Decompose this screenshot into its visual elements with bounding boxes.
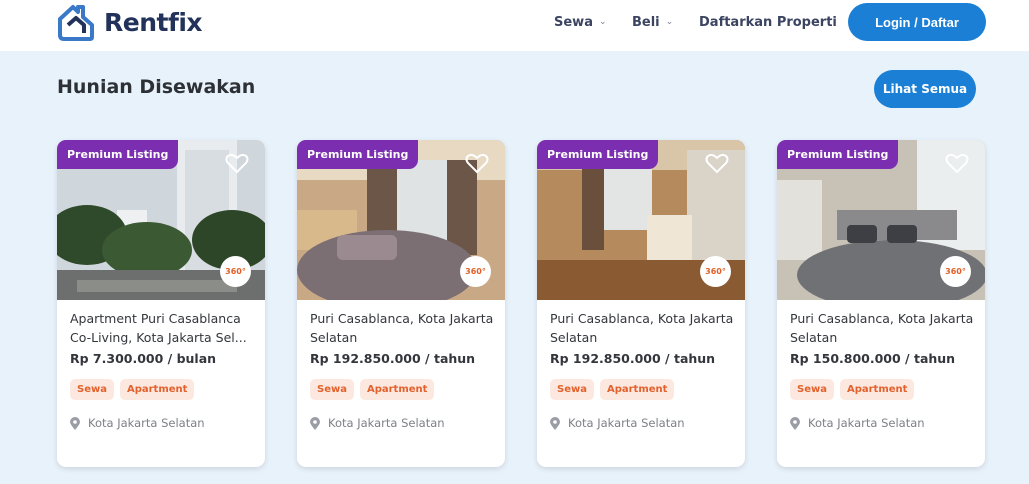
listing-card[interactable]: Premium Listing 360° Puri Casablanca, Ko… [537, 140, 745, 467]
listing-location: Kota Jakarta Selatan [790, 416, 925, 430]
listing-card[interactable]: Premium Listing 360° Puri Casablanca, Ko… [777, 140, 985, 467]
listing-tags: Sewa Apartment [550, 379, 675, 400]
heart-icon[interactable] [465, 152, 489, 174]
nav-sewa-label: Sewa [554, 14, 593, 30]
login-button[interactable]: Login / Daftar [848, 3, 986, 41]
premium-listing-badge: Premium Listing [57, 140, 179, 169]
listing-card[interactable]: Premium Listing 360° Apartment Puri Casa… [57, 140, 265, 467]
tag-sewa: Sewa [790, 379, 834, 400]
tag-sewa: Sewa [550, 379, 594, 400]
listing-tags: Sewa Apartment [70, 379, 195, 400]
logo-house-icon [58, 5, 94, 41]
360-view-icon[interactable]: 360° [940, 256, 971, 287]
listing-tags: Sewa Apartment [790, 379, 915, 400]
nav-daftarkan-properti[interactable]: Daftarkan Properti [699, 0, 837, 44]
listing-location: Kota Jakarta Selatan [550, 416, 685, 430]
see-all-button[interactable]: Lihat Semua [874, 70, 976, 108]
listing-title[interactable]: Puri Casablanca, Kota Jakarta Selatan [550, 309, 735, 347]
premium-listing-badge: Premium Listing [537, 140, 659, 169]
premium-listing-badge: Premium Listing [777, 140, 899, 169]
location-label: Kota Jakarta Selatan [328, 416, 445, 430]
nav-beli-dropdown[interactable]: Beli ⌄ [632, 0, 673, 44]
listing-price: Rp 192.850.000 / tahun [310, 351, 476, 366]
heart-icon[interactable] [705, 152, 729, 174]
listing-price: Rp 150.800.000 / tahun [790, 351, 956, 366]
listing-tags: Sewa Apartment [310, 379, 435, 400]
listing-title[interactable]: Puri Casablanca, Kota Jakarta Selatan [790, 309, 975, 347]
location-pin-icon [70, 416, 80, 430]
360-view-icon[interactable]: 360° [460, 256, 491, 287]
tag-apartment: Apartment [359, 379, 435, 400]
location-label: Kota Jakarta Selatan [568, 416, 685, 430]
listing-title[interactable]: Puri Casablanca, Kota Jakarta Selatan [310, 309, 495, 347]
heart-icon[interactable] [945, 152, 969, 174]
360-view-icon[interactable]: 360° [700, 256, 731, 287]
nav-sewa-dropdown[interactable]: Sewa ⌄ [554, 0, 607, 44]
location-label: Kota Jakarta Selatan [88, 416, 205, 430]
listing-price: Rp 7.300.000 / bulan [70, 351, 217, 366]
listing-price: Rp 192.850.000 / tahun [550, 351, 716, 366]
tag-sewa: Sewa [70, 379, 114, 400]
chevron-down-icon: ⌄ [598, 17, 607, 27]
nav-beli-label: Beli [632, 14, 660, 30]
location-pin-icon [310, 416, 320, 430]
tag-sewa: Sewa [310, 379, 354, 400]
top-navbar: Rentfix Sewa ⌄ Beli ⌄ Daftarkan Properti… [0, 0, 1029, 51]
360-view-icon[interactable]: 360° [220, 256, 251, 287]
tag-apartment: Apartment [119, 379, 195, 400]
nav-daftarkan-label: Daftarkan Properti [699, 14, 837, 30]
location-pin-icon [550, 416, 560, 430]
listing-title[interactable]: Apartment Puri Casablanca Co-Living, Kot… [70, 309, 255, 347]
brand-name: Rentfix [104, 7, 203, 37]
section-title: Hunian Disewakan [57, 76, 256, 98]
premium-listing-badge: Premium Listing [297, 140, 419, 169]
brand-logo[interactable]: Rentfix [56, 3, 203, 41]
listing-location: Kota Jakarta Selatan [70, 416, 205, 430]
location-pin-icon [790, 416, 800, 430]
listing-location: Kota Jakarta Selatan [310, 416, 445, 430]
tag-apartment: Apartment [839, 379, 915, 400]
tag-apartment: Apartment [599, 379, 675, 400]
chevron-down-icon: ⌄ [665, 17, 674, 27]
location-label: Kota Jakarta Selatan [808, 416, 925, 430]
heart-icon[interactable] [225, 152, 249, 174]
listing-card[interactable]: Premium Listing 360° Puri Casablanca, Ko… [297, 140, 505, 467]
